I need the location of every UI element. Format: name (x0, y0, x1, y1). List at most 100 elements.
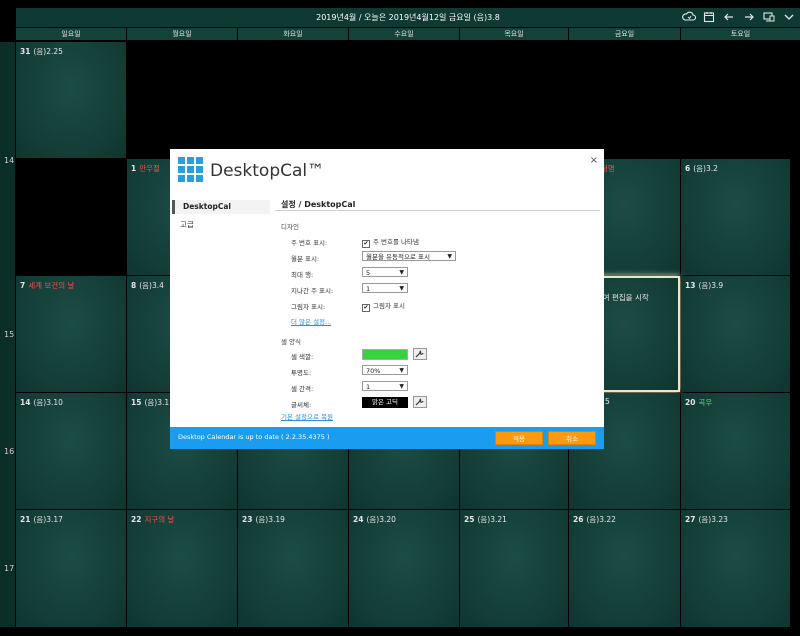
section-design: 디자인 (281, 223, 299, 231)
day-number: 13 (685, 281, 696, 290)
cell-spacing-select[interactable]: 1 ▼ (362, 381, 408, 391)
cloud-sync-icon[interactable] (682, 10, 697, 24)
day-number: 22 (131, 515, 142, 524)
shadow-checkbox[interactable]: ✔ 그림자 표시 (362, 300, 405, 312)
arrow-right-icon[interactable] (742, 10, 756, 24)
weekday-header-tue: 화요일 (238, 28, 348, 40)
holiday-label: 지구의 날 (144, 515, 175, 524)
week-number: 16 (4, 447, 15, 456)
app-title: DesktopCal™ (210, 161, 325, 181)
day-number: 31 (20, 47, 31, 56)
max-rows-select[interactable]: 5 ▼ (362, 267, 408, 277)
day-cell[interactable]: 24 (음)3.20 (349, 510, 459, 627)
day-number: 14 (20, 398, 31, 407)
opacity-select[interactable]: 70% ▼ (362, 365, 408, 375)
holiday-label: 만우절 (139, 164, 160, 173)
day-number: 6 (685, 164, 691, 173)
lunar-date: (음)3.23 (698, 515, 728, 524)
cell-color-swatch[interactable] (362, 349, 408, 360)
dropdown-arrow-icon: ▼ (399, 367, 404, 374)
app-logo-icon (178, 157, 204, 185)
arrow-left-icon[interactable] (722, 10, 736, 24)
day-number: 25 (464, 515, 475, 524)
shadow-label: 그림자 표시: (291, 303, 326, 311)
weekday-header-fri: 금요일 (569, 28, 680, 40)
opacity-label: 투명도: (291, 369, 312, 377)
lunar-date: (음)3.22 (586, 515, 616, 524)
sidebar-item-advanced[interactable]: 고급 (172, 218, 270, 232)
day-cell[interactable]: 21 (음)3.17 (16, 510, 126, 627)
day-number: 24 (353, 515, 364, 524)
font-label: 글씨체: (291, 401, 312, 409)
day-cell[interactable]: 27 (음)3.23 (681, 510, 790, 627)
day-cell[interactable]: 26 (음)3.22 (569, 510, 680, 627)
day-number: 23 (242, 515, 253, 524)
wrench-icon (415, 350, 424, 358)
dropdown-arrow-icon: ▼ (447, 253, 452, 260)
week-number-column: 14 15 16 17 (0, 42, 15, 627)
day-cell[interactable]: 13 (음)3.9 (681, 276, 790, 392)
day-cell[interactable]: 22 지구의 날 (127, 510, 237, 627)
day-cell[interactable]: 31 (음)2.25 (16, 42, 126, 158)
max-rows-label: 최대 행: (291, 271, 314, 279)
lunar-date: (음)3.21 (477, 515, 507, 524)
lunar-date: (음)3.4 (139, 281, 164, 290)
day-number: 8 (131, 281, 137, 290)
color-picker-button[interactable] (413, 348, 427, 360)
chevron-down-icon[interactable] (782, 10, 796, 24)
day-number: 20 (685, 398, 696, 407)
lunar-date: (음)3.17 (33, 515, 63, 524)
cell-spacing-label: 셀 간격: (291, 385, 314, 393)
sidebar-item-desktopcal[interactable]: DesktopCal (172, 200, 270, 214)
weekday-header-thu: 목요일 (460, 28, 568, 40)
day-number: 26 (573, 515, 584, 524)
checkmark-icon: ✔ (362, 304, 370, 312)
divider (275, 210, 600, 211)
apply-button[interactable]: 적용 (495, 431, 543, 445)
breadcrumb: 설정 / DesktopCal (281, 200, 356, 209)
reset-defaults-link[interactable]: 기본 설정으로 복원 (281, 411, 333, 421)
lunar-date: (음)2.25 (33, 47, 63, 56)
close-icon[interactable]: × (590, 155, 598, 166)
update-status: Desktop Calendar is up to date ( 2.2.35.… (178, 433, 330, 441)
holiday-label: 세계 보건의 날 (28, 281, 75, 290)
day-number: 27 (685, 515, 696, 524)
holiday-label: 곡우 (698, 398, 713, 407)
settings-sidebar: DesktopCal 고급 (170, 197, 270, 425)
past-weeks-select[interactable]: 1 ▼ (362, 283, 408, 293)
day-cell[interactable]: 6 (음)3.2 (681, 159, 790, 275)
lunar-date: (음)3.20 (366, 515, 396, 524)
cell-color-label: 셀 색깔: (291, 353, 314, 361)
week-number-label: 주 번호 표시: (291, 239, 328, 247)
month-display-select[interactable]: 월분을 유동적으로 표시 ▼ (362, 251, 456, 261)
day-cell[interactable]: 23 (음)3.19 (238, 510, 348, 627)
day-cell[interactable]: 14 (음)3.10 (16, 393, 126, 509)
lunar-date: (음)3.9 (698, 281, 724, 290)
font-preview[interactable]: 맑은 고딕 (362, 397, 408, 408)
wrench-icon (415, 398, 424, 406)
weekday-header-sat: 토요일 (681, 28, 800, 40)
weekday-header-mon: 월요일 (127, 28, 237, 40)
week-number-checkbox[interactable]: ✔ 주 번호를 나타냄 (362, 236, 419, 248)
day-cell[interactable]: 20 곡우 (681, 393, 790, 509)
monitor-icon[interactable] (762, 10, 776, 24)
cancel-button[interactable]: 취소 (548, 431, 596, 445)
week-number: 17 (4, 564, 15, 573)
checkmark-icon: ✔ (362, 240, 370, 248)
day-cell[interactable]: 25 (음)3.21 (460, 510, 568, 627)
lunar-date: (음)3.19 (255, 515, 285, 524)
day-number: 7 (20, 281, 26, 290)
settings-dialog: DesktopCal™ × DesktopCal 고급 설정 / Desktop… (170, 149, 604, 449)
lunar-date: (음)3.2 (693, 164, 718, 173)
weekday-header-wed: 수요일 (349, 28, 459, 40)
day-number: 15 (131, 398, 142, 407)
past-weeks-label: 지나간 주 표시: (291, 287, 334, 295)
section-cell-style: 셀 양식 (281, 338, 302, 346)
dialog-footer: Desktop Calendar is up to date ( 2.2.35.… (170, 427, 604, 449)
day-number: 1 (131, 164, 137, 173)
calendar-icon[interactable] (702, 10, 716, 24)
more-settings-link[interactable]: 더 많은 설정... (291, 316, 331, 326)
dialog-header: DesktopCal™ × (170, 149, 604, 193)
day-cell[interactable]: 7 세계 보건의 날 (16, 276, 126, 392)
font-picker-button[interactable] (413, 396, 427, 408)
